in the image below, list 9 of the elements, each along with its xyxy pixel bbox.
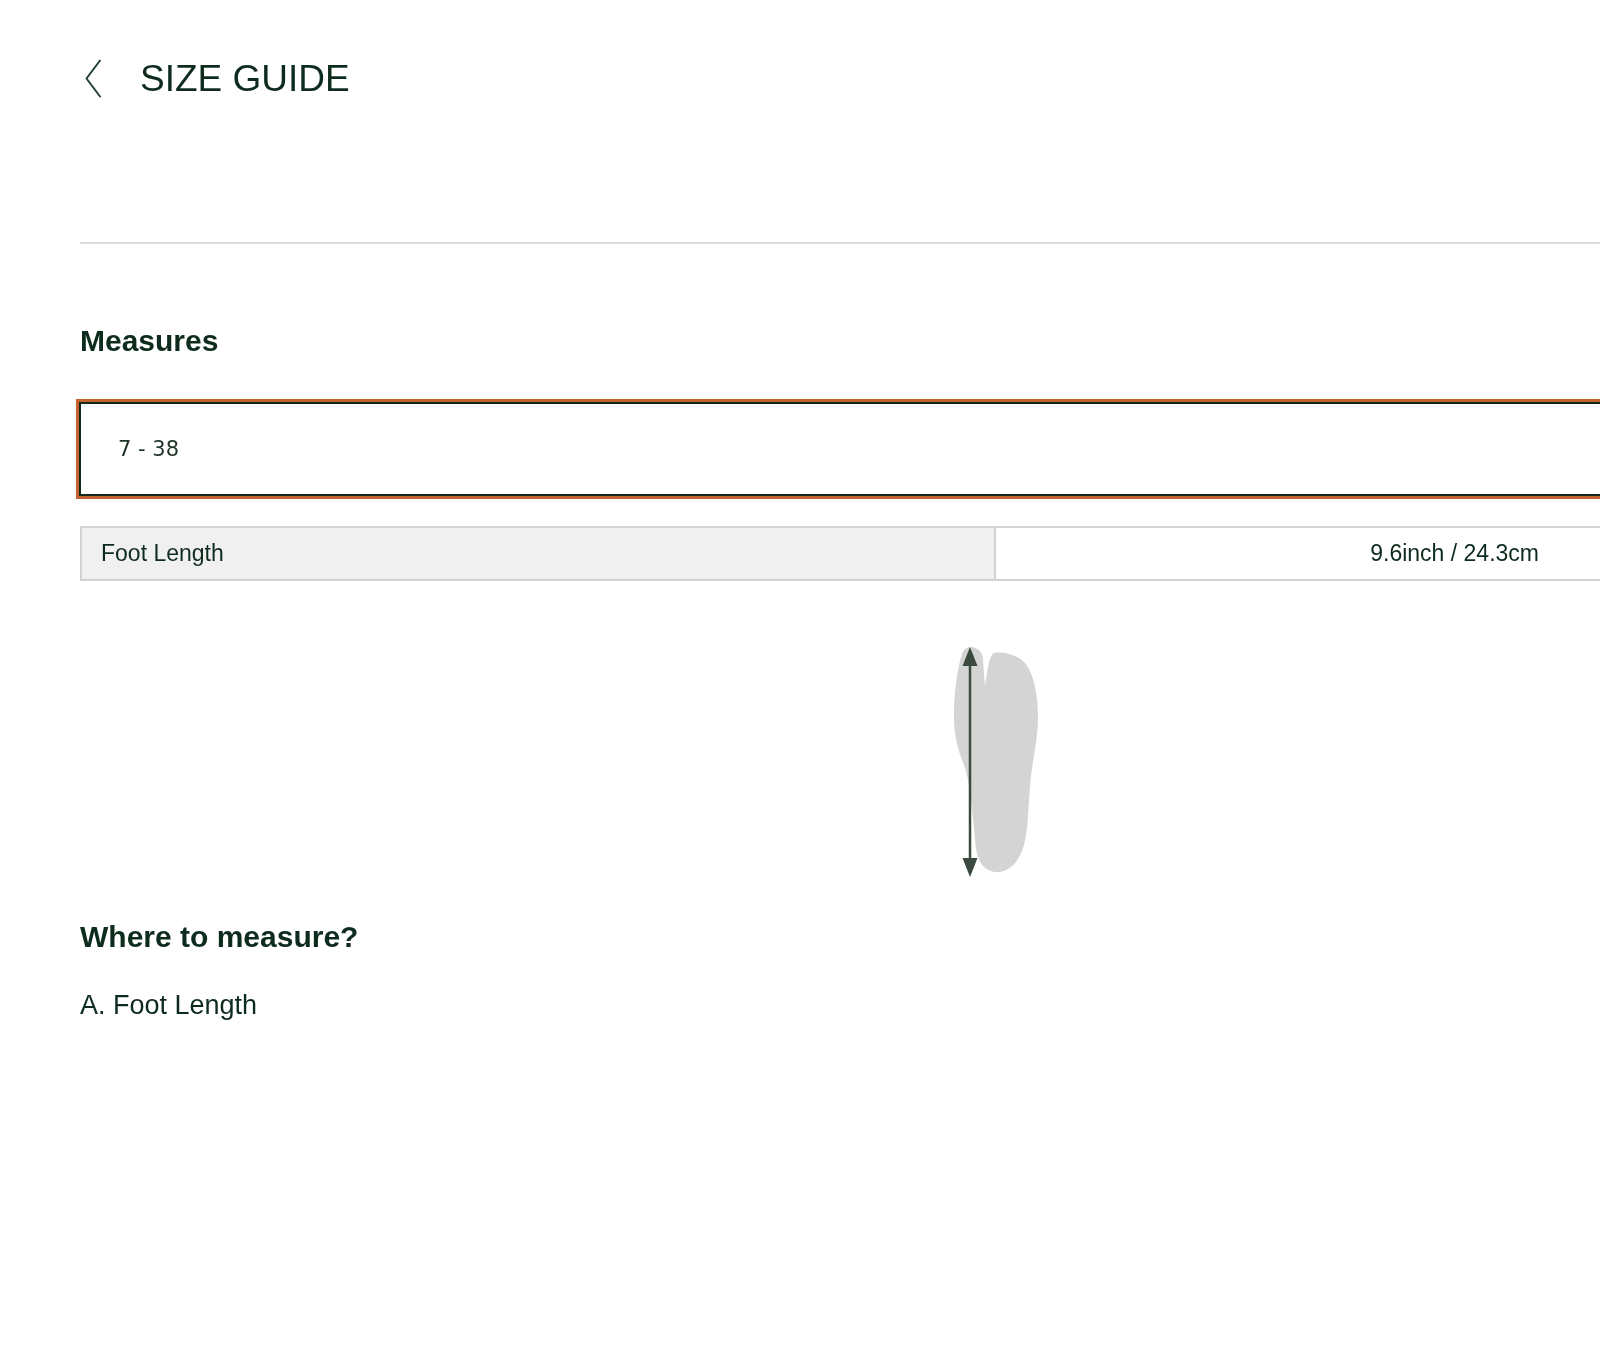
table-cell: Foot Length (80, 526, 996, 581)
back-button[interactable] (84, 59, 102, 98)
back-icon (84, 59, 102, 98)
table-cell: 9.6inch / 24.3cm (996, 526, 1600, 581)
section-heading: Measures (80, 326, 219, 356)
measure-point-label: A. Foot Length (80, 992, 258, 1019)
size-option[interactable]: 7 - 38 (76, 399, 1600, 499)
page-title: SIZE GUIDE (140, 60, 350, 97)
section-heading: Where to measure? (80, 922, 359, 952)
